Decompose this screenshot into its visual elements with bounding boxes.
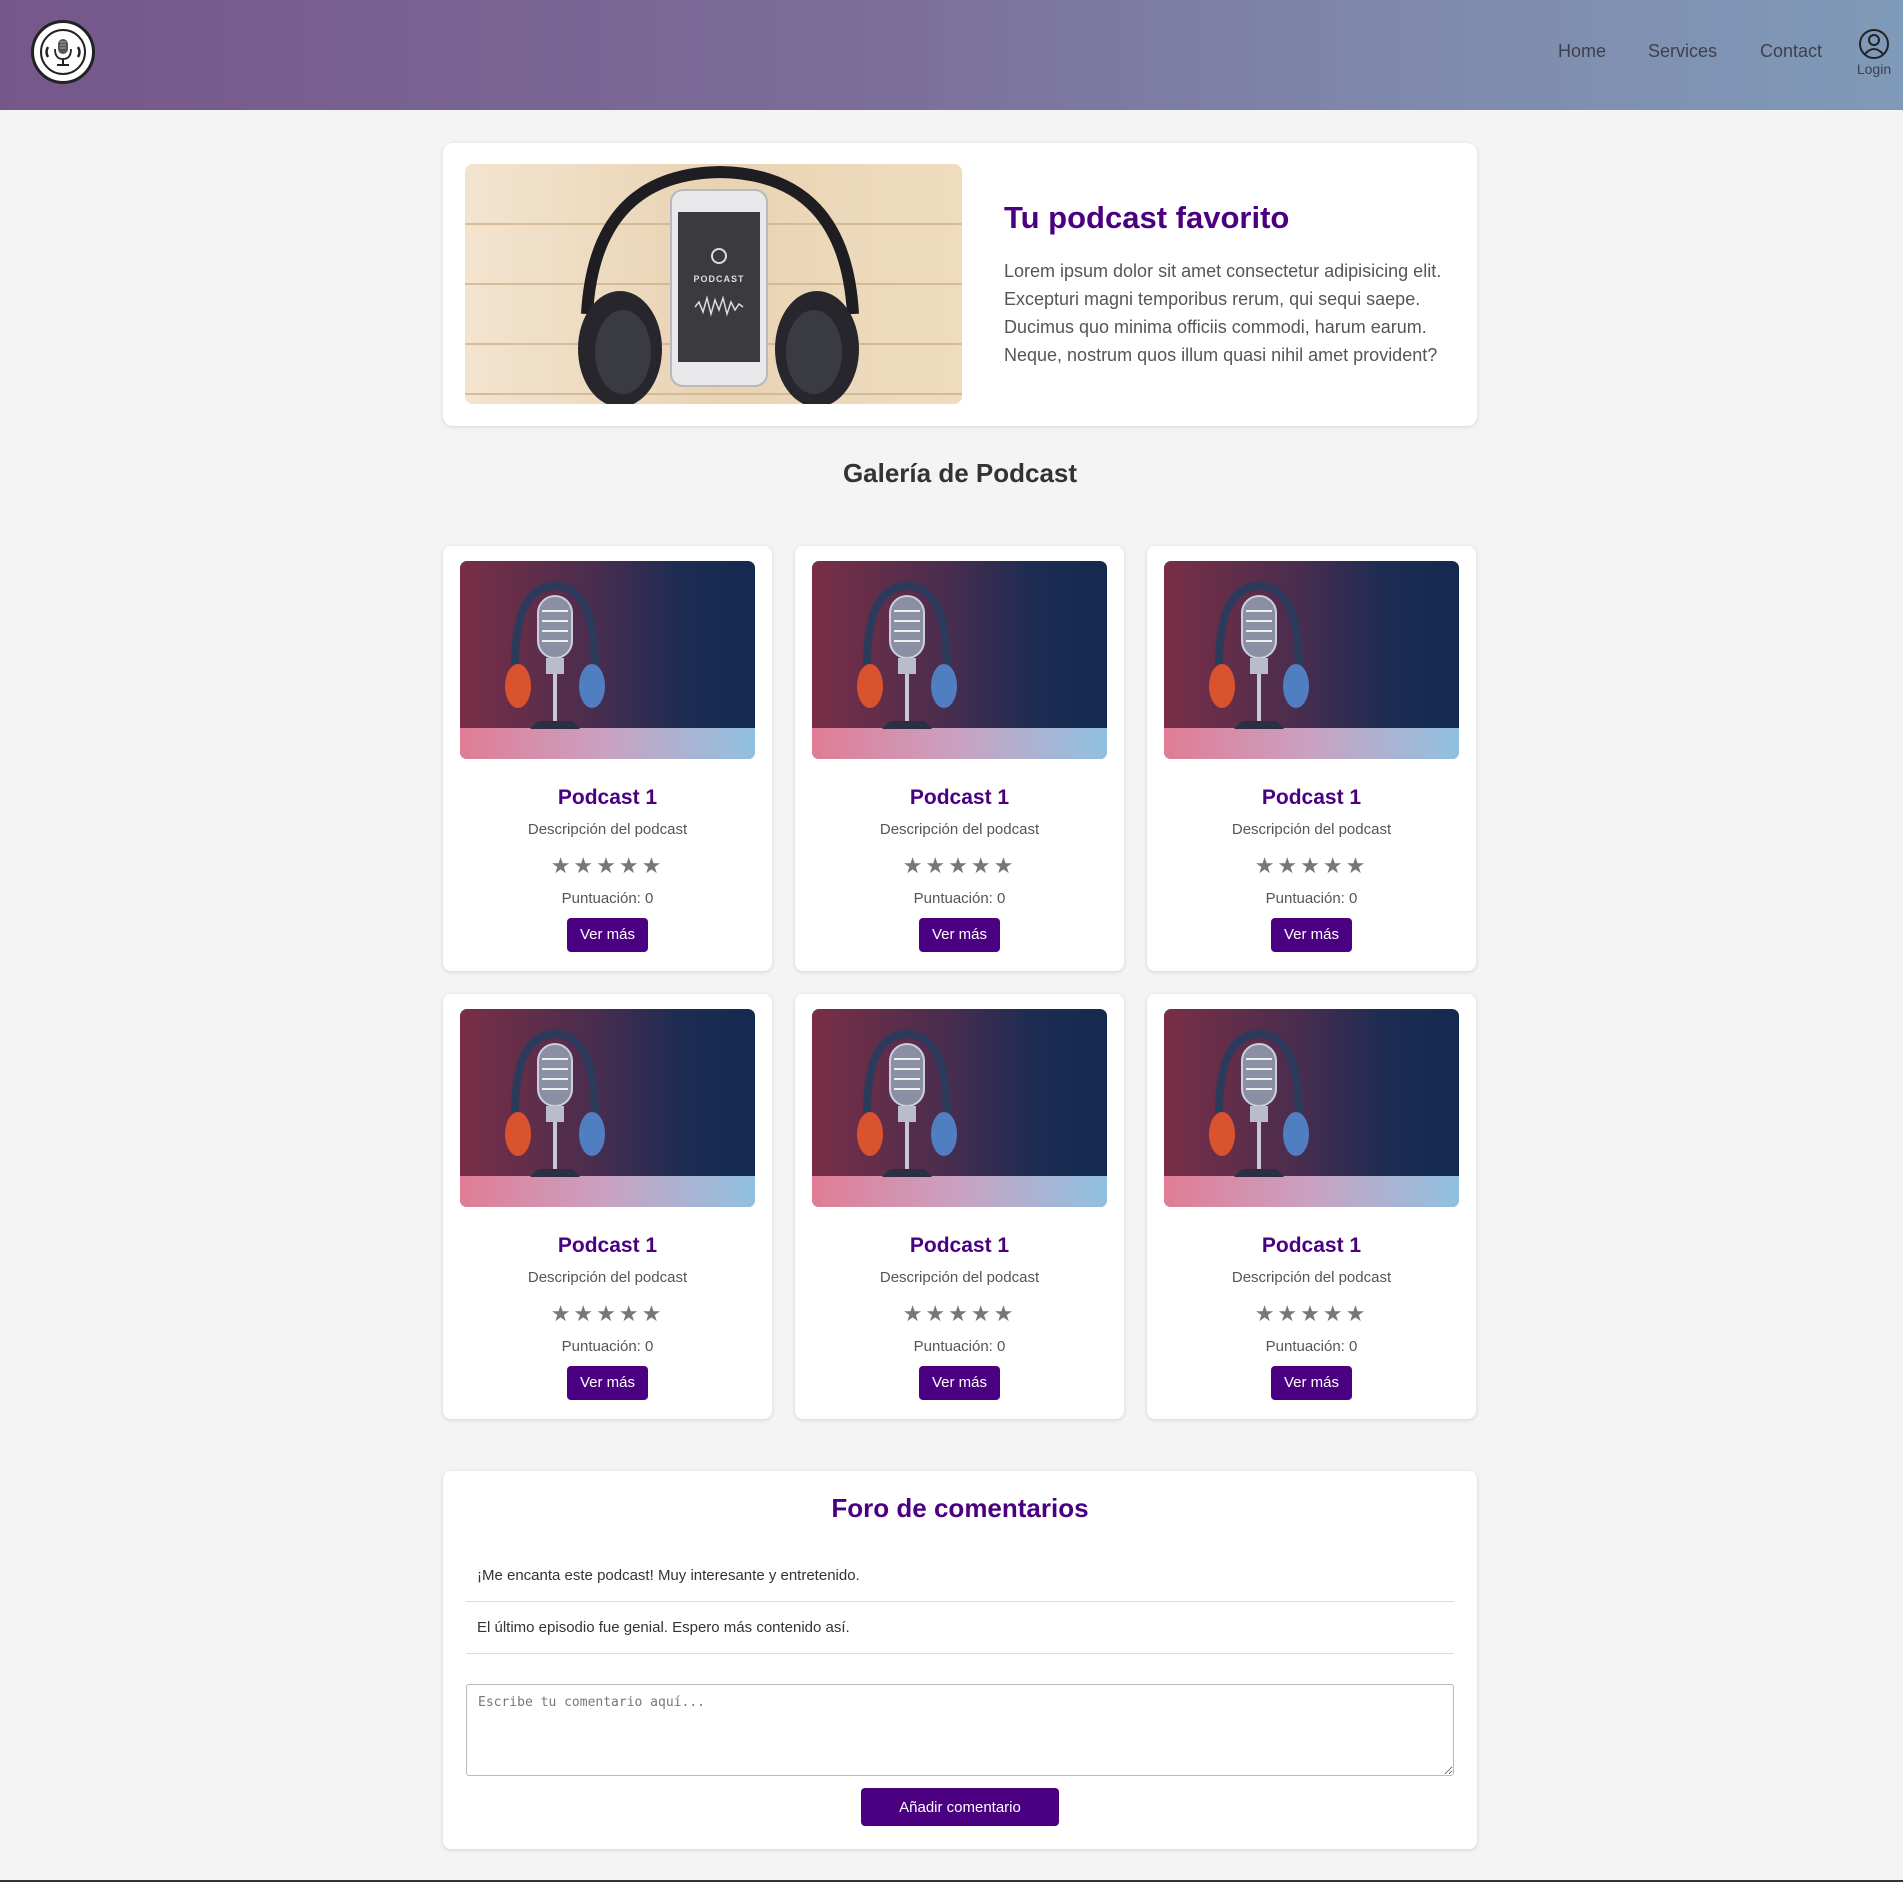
- podcast-title: Podcast 1: [557, 1234, 658, 1257]
- podcast-card: Podcast 1 Descripción del podcast ★★★★★ …: [1147, 994, 1476, 1419]
- star-rating[interactable]: ★★★★★: [443, 1301, 772, 1327]
- hero-title: Tu podcast favorito: [1004, 200, 1290, 235]
- podcast-score: Puntuación: 0: [1265, 890, 1358, 907]
- see-more-button[interactable]: Ver más: [919, 1366, 1000, 1400]
- podcast-image: [812, 561, 1107, 759]
- hero-card: PODCAST Tu podcast favorito Lorem ipsum …: [443, 143, 1477, 426]
- podcast-description: Descripción del podcast: [879, 1269, 1040, 1286]
- podcast-image: [812, 1009, 1107, 1207]
- podcast-score: Puntuación: 0: [1265, 1338, 1358, 1355]
- see-more-button[interactable]: Ver más: [1271, 1366, 1352, 1400]
- podcast-image: [460, 561, 755, 759]
- comment-item: El último episodio fue genial. Espero má…: [466, 1602, 1454, 1654]
- podcast-card: Podcast 1 Descripción del podcast ★★★★★ …: [1147, 546, 1476, 971]
- star-rating[interactable]: ★★★★★: [795, 1301, 1124, 1327]
- podcast-score: Puntuación: 0: [561, 890, 654, 907]
- gallery-title: Galería de Podcast: [842, 458, 1078, 488]
- podcast-description: Descripción del podcast: [879, 821, 1040, 838]
- podcast-score: Puntuación: 0: [913, 1338, 1006, 1355]
- microphone-logo-icon[interactable]: [31, 20, 95, 84]
- hero-image: PODCAST: [465, 164, 962, 404]
- podcast-card: Podcast 1 Descripción del podcast ★★★★★ …: [795, 546, 1124, 971]
- star-rating[interactable]: ★★★★★: [795, 853, 1124, 879]
- podcast-description: Descripción del podcast: [527, 821, 688, 838]
- comment-input[interactable]: [466, 1684, 1454, 1776]
- add-comment-button[interactable]: Añadir comentario: [861, 1788, 1059, 1826]
- comment-item: ¡Me encanta este podcast! Muy interesant…: [466, 1550, 1454, 1602]
- star-rating[interactable]: ★★★★★: [1147, 1301, 1476, 1327]
- podcast-title: Podcast 1: [909, 786, 1010, 809]
- nav-services-link[interactable]: Services: [1648, 41, 1717, 62]
- login-label: Login: [1856, 61, 1892, 77]
- podcast-card: Podcast 1 Descripción del podcast ★★★★★ …: [443, 994, 772, 1419]
- star-rating[interactable]: ★★★★★: [1147, 853, 1476, 879]
- podcast-image: [460, 1009, 755, 1207]
- see-more-button[interactable]: Ver más: [567, 1366, 648, 1400]
- podcast-description: Descripción del podcast: [527, 1269, 688, 1286]
- podcast-image: [1164, 561, 1459, 759]
- podcast-description: Descripción del podcast: [1231, 1269, 1392, 1286]
- nav-contact-link[interactable]: Contact: [1760, 41, 1822, 62]
- hero-image-label: PODCAST: [693, 274, 744, 284]
- see-more-button[interactable]: Ver más: [919, 918, 1000, 952]
- podcast-gallery: Podcast 1 Descripción del podcast ★★★★★ …: [443, 546, 1477, 1419]
- podcast-title: Podcast 1: [1261, 1234, 1362, 1257]
- podcast-title: Podcast 1: [909, 1234, 1010, 1257]
- podcast-card: Podcast 1 Descripción del podcast ★★★★★ …: [795, 994, 1124, 1419]
- see-more-button[interactable]: Ver más: [1271, 918, 1352, 952]
- comments-forum: Foro de comentarios ¡Me encanta este pod…: [443, 1471, 1477, 1849]
- podcast-image: [1164, 1009, 1459, 1207]
- podcast-score: Puntuación: 0: [913, 890, 1006, 907]
- podcast-description: Descripción del podcast: [1231, 821, 1392, 838]
- podcast-title: Podcast 1: [557, 786, 658, 809]
- login-button[interactable]: Login: [1851, 28, 1897, 77]
- nav-home-link[interactable]: Home: [1558, 41, 1606, 62]
- podcast-card: Podcast 1 Descripción del podcast ★★★★★ …: [443, 546, 772, 971]
- star-rating[interactable]: ★★★★★: [443, 853, 772, 879]
- see-more-button[interactable]: Ver más: [567, 918, 648, 952]
- podcast-title: Podcast 1: [1261, 786, 1362, 809]
- podcast-score: Puntuación: 0: [561, 1338, 654, 1355]
- forum-title: Foro de comentarios: [831, 1493, 1089, 1523]
- hero-description: Lorem ipsum dolor sit amet consectetur a…: [1004, 261, 1442, 365]
- top-navbar: Home Services Contact Login: [0, 0, 1903, 110]
- user-icon: [1859, 29, 1889, 59]
